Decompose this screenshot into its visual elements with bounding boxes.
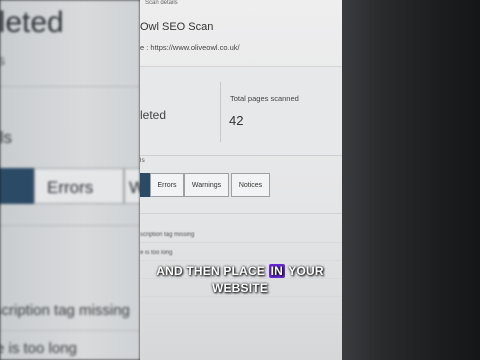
scan-details-panel: Scan details Owl SEO Scan e : https://ww… <box>140 0 342 360</box>
left-list-item: e is too long <box>0 340 77 357</box>
scan-url: e : https://www.oliveowl.co.uk/ <box>140 43 240 52</box>
left-divider <box>0 330 140 331</box>
scan-summary-card <box>140 66 342 156</box>
scan-status-value: leted <box>140 108 167 122</box>
scan-title: Owl SEO Scan <box>140 21 214 33</box>
tab-all[interactable] <box>140 173 150 197</box>
left-divider <box>0 225 140 226</box>
caption-text: YOUR <box>284 264 324 278</box>
total-pages-value: 42 <box>229 113 244 128</box>
left-status-fragment: pleted <box>0 6 64 39</box>
list-divider <box>140 242 342 243</box>
left-section-fragment: ils <box>0 128 13 147</box>
total-pages-label: Total pages scanned <box>230 94 299 103</box>
monitor-bezel <box>342 0 480 360</box>
list-divider <box>140 314 342 315</box>
list-divider <box>140 332 342 333</box>
list-divider <box>140 260 342 261</box>
left-tab-warnings-fragment[interactable]: W <box>124 168 140 204</box>
list-item[interactable]: scription tag missing <box>140 232 194 238</box>
caption-text: AND THEN PLACE <box>156 264 269 278</box>
scan-details-label: Scan details <box>145 0 178 6</box>
results-section-label: ls <box>140 157 145 164</box>
list-item[interactable]: e is too long <box>140 250 172 256</box>
caption-highlight-word: IN <box>268 264 285 278</box>
tab-warnings[interactable]: Warnings <box>184 173 229 197</box>
left-monitor-blurred: pleted s ils Errors W scription tag miss… <box>0 0 140 360</box>
caption-line-1: AND THEN PLACE IN YOUR <box>140 263 340 280</box>
tab-errors[interactable]: Errors <box>150 173 184 197</box>
summary-divider <box>220 82 221 142</box>
left-tab-errors[interactable]: Errors <box>34 168 124 204</box>
left-sub-fragment: s <box>0 52 5 68</box>
tab-notices[interactable]: Notices <box>231 173 270 197</box>
left-tab-active[interactable] <box>0 168 34 204</box>
left-list-item: scription tag missing <box>0 302 130 319</box>
left-divider <box>0 86 140 87</box>
video-caption: AND THEN PLACE IN YOUR WEBSITE <box>140 263 340 297</box>
caption-line-2: WEBSITE <box>211 281 269 295</box>
results-divider <box>140 213 342 214</box>
